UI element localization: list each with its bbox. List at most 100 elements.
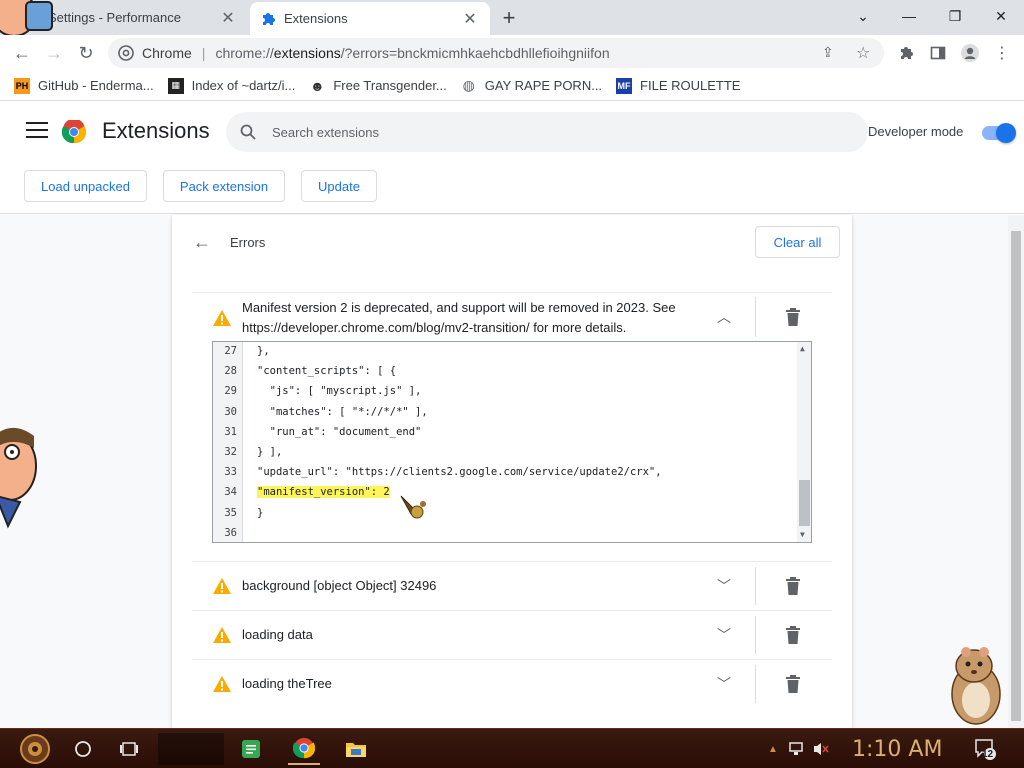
title-bar: Settings - Performance ✕ Extensions ✕ + … bbox=[0, 0, 1024, 35]
code-line: "manifest_version": 2 bbox=[257, 486, 390, 499]
warning-icon bbox=[213, 310, 231, 326]
volume-muted-icon[interactable] bbox=[810, 733, 832, 765]
chrome-taskbar-icon[interactable] bbox=[288, 733, 320, 765]
line-number: 36 bbox=[224, 526, 237, 539]
code-scrollbar-thumb[interactable] bbox=[799, 480, 810, 526]
chevron-up-icon[interactable]: ︿ bbox=[714, 307, 734, 327]
error-message: loading theTree bbox=[242, 676, 332, 691]
url-separator: | bbox=[201, 45, 206, 61]
trash-icon[interactable] bbox=[785, 308, 801, 326]
bookmark-label: FILE ROULETTE bbox=[640, 78, 741, 93]
code-line-text: "update_url": "https://clients2.google.c… bbox=[257, 466, 662, 479]
chevron-down-icon[interactable]: ﹀ bbox=[714, 674, 734, 694]
error-item-loading-data: loading data ﹀ bbox=[192, 610, 832, 659]
new-tab-button[interactable]: + bbox=[498, 5, 520, 30]
hamburger-menu-icon[interactable] bbox=[26, 122, 48, 140]
notification-count: 12 bbox=[982, 749, 994, 760]
chevron-down-icon[interactable]: ﹀ bbox=[714, 625, 734, 645]
clear-all-button[interactable]: Clear all bbox=[755, 226, 840, 258]
network-icon[interactable] bbox=[786, 733, 808, 765]
code-line-text: "js": [ "myscript.js" ], bbox=[257, 385, 422, 398]
bookmark-star-icon[interactable]: ☆ bbox=[856, 43, 870, 63]
code-line: "matches": [ "*://*/*" ], bbox=[257, 406, 428, 418]
hamster-icon bbox=[951, 647, 1001, 725]
warning-icon bbox=[213, 676, 231, 692]
code-line: "content_scripts": [ { bbox=[257, 365, 396, 377]
browser-toolbar: ← → ↻ Chrome | chrome://extensions/?erro… bbox=[0, 35, 1024, 71]
line-number: 32 bbox=[224, 446, 237, 458]
extensions-puzzle-icon[interactable] bbox=[892, 39, 920, 67]
ph-icon: PH bbox=[14, 77, 30, 94]
developer-mode-toggle[interactable] bbox=[982, 123, 1016, 143]
search-input[interactable] bbox=[272, 124, 832, 140]
profile-avatar-icon[interactable] bbox=[956, 39, 984, 67]
bookmark-label: Free Transgender... bbox=[333, 78, 447, 93]
divider bbox=[755, 297, 756, 337]
close-icon[interactable]: ✕ bbox=[460, 9, 480, 29]
bookmark-github[interactable]: PH GitHub - Enderma... bbox=[14, 77, 154, 94]
tab-extensions[interactable]: Extensions ✕ bbox=[250, 2, 490, 35]
action-buttons-row: Load unpacked Pack extension Update bbox=[0, 162, 1024, 214]
side-panel-icon[interactable] bbox=[924, 39, 952, 67]
code-line: "js": [ "myscript.js" ], bbox=[257, 385, 422, 398]
reload-icon[interactable]: ↻ bbox=[72, 39, 100, 67]
task-view-icon[interactable] bbox=[114, 733, 144, 765]
bookmark-label: Index of ~dartz/i... bbox=[191, 78, 296, 93]
minimize-button[interactable]: — bbox=[886, 0, 932, 32]
file-explorer-icon[interactable] bbox=[340, 733, 372, 765]
close-icon[interactable]: ✕ bbox=[218, 8, 238, 28]
clock[interactable]: 1:10 AM bbox=[852, 737, 942, 762]
code-line-text: "manifest_version": 2 bbox=[257, 486, 390, 499]
error-message: Manifest version 2 is deprecated, and su… bbox=[242, 298, 676, 338]
back-icon[interactable]: ← bbox=[8, 39, 36, 67]
code-scrollbar[interactable]: ▲ ▼ bbox=[797, 342, 811, 542]
update-button[interactable]: Update bbox=[301, 170, 377, 202]
pack-extension-button[interactable]: Pack extension bbox=[163, 170, 285, 202]
errors-title: Errors bbox=[230, 235, 266, 250]
line-number: 28 bbox=[224, 365, 237, 378]
trash-icon[interactable] bbox=[785, 626, 801, 644]
bookmark-free[interactable]: ☻ Free Transgender... bbox=[309, 77, 447, 94]
line-number: 31 bbox=[224, 425, 237, 438]
error-message: loading data bbox=[242, 627, 313, 642]
forward-icon[interactable]: → bbox=[40, 39, 68, 67]
code-line-text: } bbox=[257, 506, 264, 519]
bookmark-file-roulette[interactable]: MF FILE ROULETTE bbox=[616, 77, 741, 94]
doc-icon: ▦ bbox=[167, 77, 184, 94]
close-window-button[interactable]: ✕ bbox=[978, 0, 1024, 32]
address-bar[interactable]: Chrome | chrome://extensions/?errors=bnc… bbox=[108, 38, 884, 68]
code-viewer[interactable]: 27}, 28 "content_scripts": [ {29 "js": [ "… bbox=[212, 341, 812, 543]
show-hidden-icons-icon[interactable]: ▲ bbox=[766, 733, 780, 765]
extensions-header: Extensions Developer mode bbox=[0, 102, 1024, 162]
share-icon[interactable]: ⇪ bbox=[822, 44, 834, 61]
code-line: "run_at": "document_end" bbox=[257, 426, 422, 438]
back-arrow-icon[interactable]: ← bbox=[192, 232, 212, 252]
notes-app-icon[interactable] bbox=[236, 733, 266, 765]
divider bbox=[755, 567, 756, 605]
tab-search-chevron-icon[interactable]: ⌄ bbox=[840, 0, 886, 32]
trash-icon[interactable] bbox=[785, 577, 801, 595]
mask-icon: ☻ bbox=[309, 77, 325, 94]
divider bbox=[755, 665, 756, 703]
start-button[interactable] bbox=[10, 733, 60, 765]
menu-kebab-icon[interactable]: ⋮ bbox=[988, 39, 1016, 67]
bookmark-gay[interactable]: ◍ GAY RAPE PORN... bbox=[461, 77, 602, 94]
search-box bbox=[226, 112, 868, 152]
line-number: 29 bbox=[224, 385, 237, 398]
search-circle-icon[interactable] bbox=[68, 733, 98, 765]
scroll-down-arrow-icon[interactable]: ▼ bbox=[800, 530, 805, 539]
load-unpacked-button[interactable]: Load unpacked bbox=[24, 170, 147, 202]
chevron-down-icon[interactable]: ﹀ bbox=[714, 576, 734, 596]
code-line: } bbox=[257, 507, 263, 519]
restore-button[interactable]: ❐ bbox=[932, 0, 978, 32]
bookmark-index[interactable]: ▦ Index of ~dartz/i... bbox=[167, 77, 296, 94]
cartoon-character-icon bbox=[0, 0, 53, 37]
notifications-button[interactable]: 12 bbox=[972, 733, 998, 765]
bookmarks-bar: PH GitHub - Enderma... ▦ Index of ~dartz… bbox=[0, 71, 1024, 101]
trash-icon[interactable] bbox=[785, 675, 801, 693]
scroll-up-arrow-icon[interactable]: ▲ bbox=[800, 344, 805, 353]
warning-icon bbox=[213, 578, 231, 594]
toggle-knob bbox=[996, 123, 1016, 143]
code-line-text: } ], bbox=[257, 446, 283, 458]
url-text: chrome://extensions/?errors=bnckmicmhkae… bbox=[215, 45, 610, 61]
